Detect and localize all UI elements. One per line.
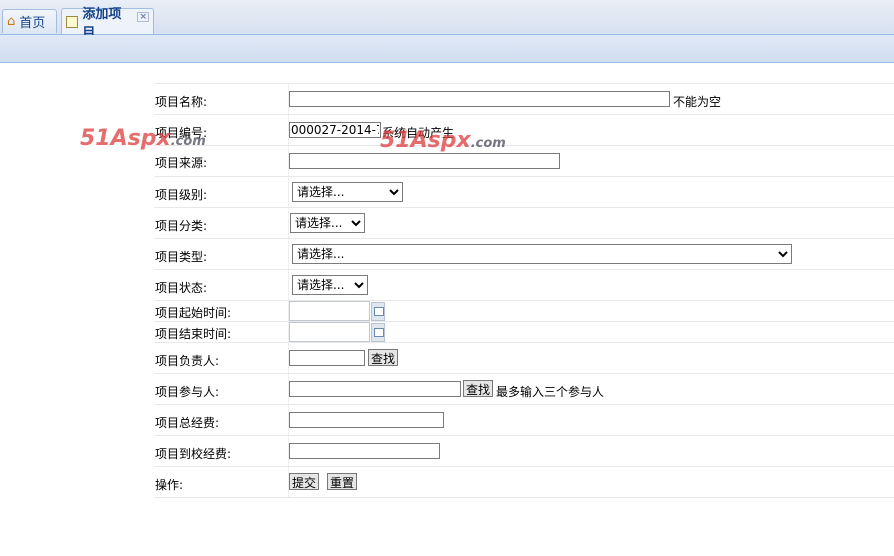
project-status-select[interactable]: 请选择... (292, 275, 368, 295)
submit-button[interactable]: 提交 (289, 473, 320, 490)
calendar-icon[interactable] (371, 323, 385, 342)
label: 项目分类: (155, 219, 208, 233)
calendar-icon[interactable] (371, 302, 385, 321)
label: 项目起始时间: (155, 306, 232, 320)
label: 项目参与人: (155, 385, 220, 399)
project-level-select[interactable]: 请选择... (292, 182, 403, 202)
project-category-select[interactable]: 请选择... (290, 213, 365, 233)
label: 项目总经费: (155, 416, 220, 430)
row-code: 项目编号: (154, 114, 894, 145)
end-date-input[interactable] (289, 322, 370, 342)
project-type-select[interactable]: 请选择... (292, 244, 792, 264)
label: 项目名称: (155, 95, 208, 109)
home-icon: ⌂ (7, 14, 16, 29)
label: 项目负责人: (155, 354, 220, 368)
leader-input[interactable] (289, 350, 365, 366)
label: 项目来源: (155, 156, 208, 170)
row-start-date: 项目起始时间: (154, 300, 894, 321)
label: 项目类型: (155, 250, 208, 264)
row-total-funds: 项目总经费: (154, 404, 894, 435)
row-actions: 操作: (154, 466, 894, 498)
row-received-funds: 项目到校经费: (154, 435, 894, 466)
row-category: 项目分类: (154, 207, 894, 238)
tab-add-project[interactable]: 添加项目 × (61, 7, 154, 41)
start-date-input[interactable] (289, 301, 370, 321)
find-leader-button[interactable]: 查找 (368, 349, 399, 366)
reset-button[interactable]: 重置 (327, 473, 358, 490)
project-source-input[interactable] (289, 153, 560, 169)
row-level: 项目级别: (154, 176, 894, 207)
label: 操作: (155, 478, 184, 492)
auto-generated-hint: 系统自动产生 (382, 126, 455, 140)
tab-home[interactable]: ⌂ 首页 (2, 9, 57, 33)
row-leader: 项目负责人: (154, 342, 894, 373)
form-icon (66, 15, 79, 28)
tab-bar: ⌂ 首页 添加项目 × (0, 0, 894, 41)
required-hint: 不能为空 (673, 95, 722, 109)
label: 项目到校经费: (155, 447, 232, 461)
row-end-date: 项目结束时间: (154, 321, 894, 342)
find-members-button[interactable]: 查找 (463, 380, 494, 397)
label: 项目状态: (155, 281, 208, 295)
project-name-input[interactable] (289, 91, 670, 107)
received-funds-input[interactable] (289, 443, 440, 459)
close-icon[interactable]: × (137, 12, 149, 22)
total-funds-input[interactable] (289, 412, 444, 428)
members-hint: 最多输入三个参与人 (496, 385, 605, 399)
tab-label: 首页 (19, 16, 46, 31)
toolbar (0, 35, 894, 63)
label: 项目级别: (155, 188, 208, 202)
project-code-input[interactable] (289, 122, 381, 138)
row-status: 项目状态: (154, 269, 894, 300)
members-input[interactable] (289, 381, 461, 397)
label: 项目编号: (155, 126, 208, 140)
label: 项目结束时间: (155, 327, 232, 341)
